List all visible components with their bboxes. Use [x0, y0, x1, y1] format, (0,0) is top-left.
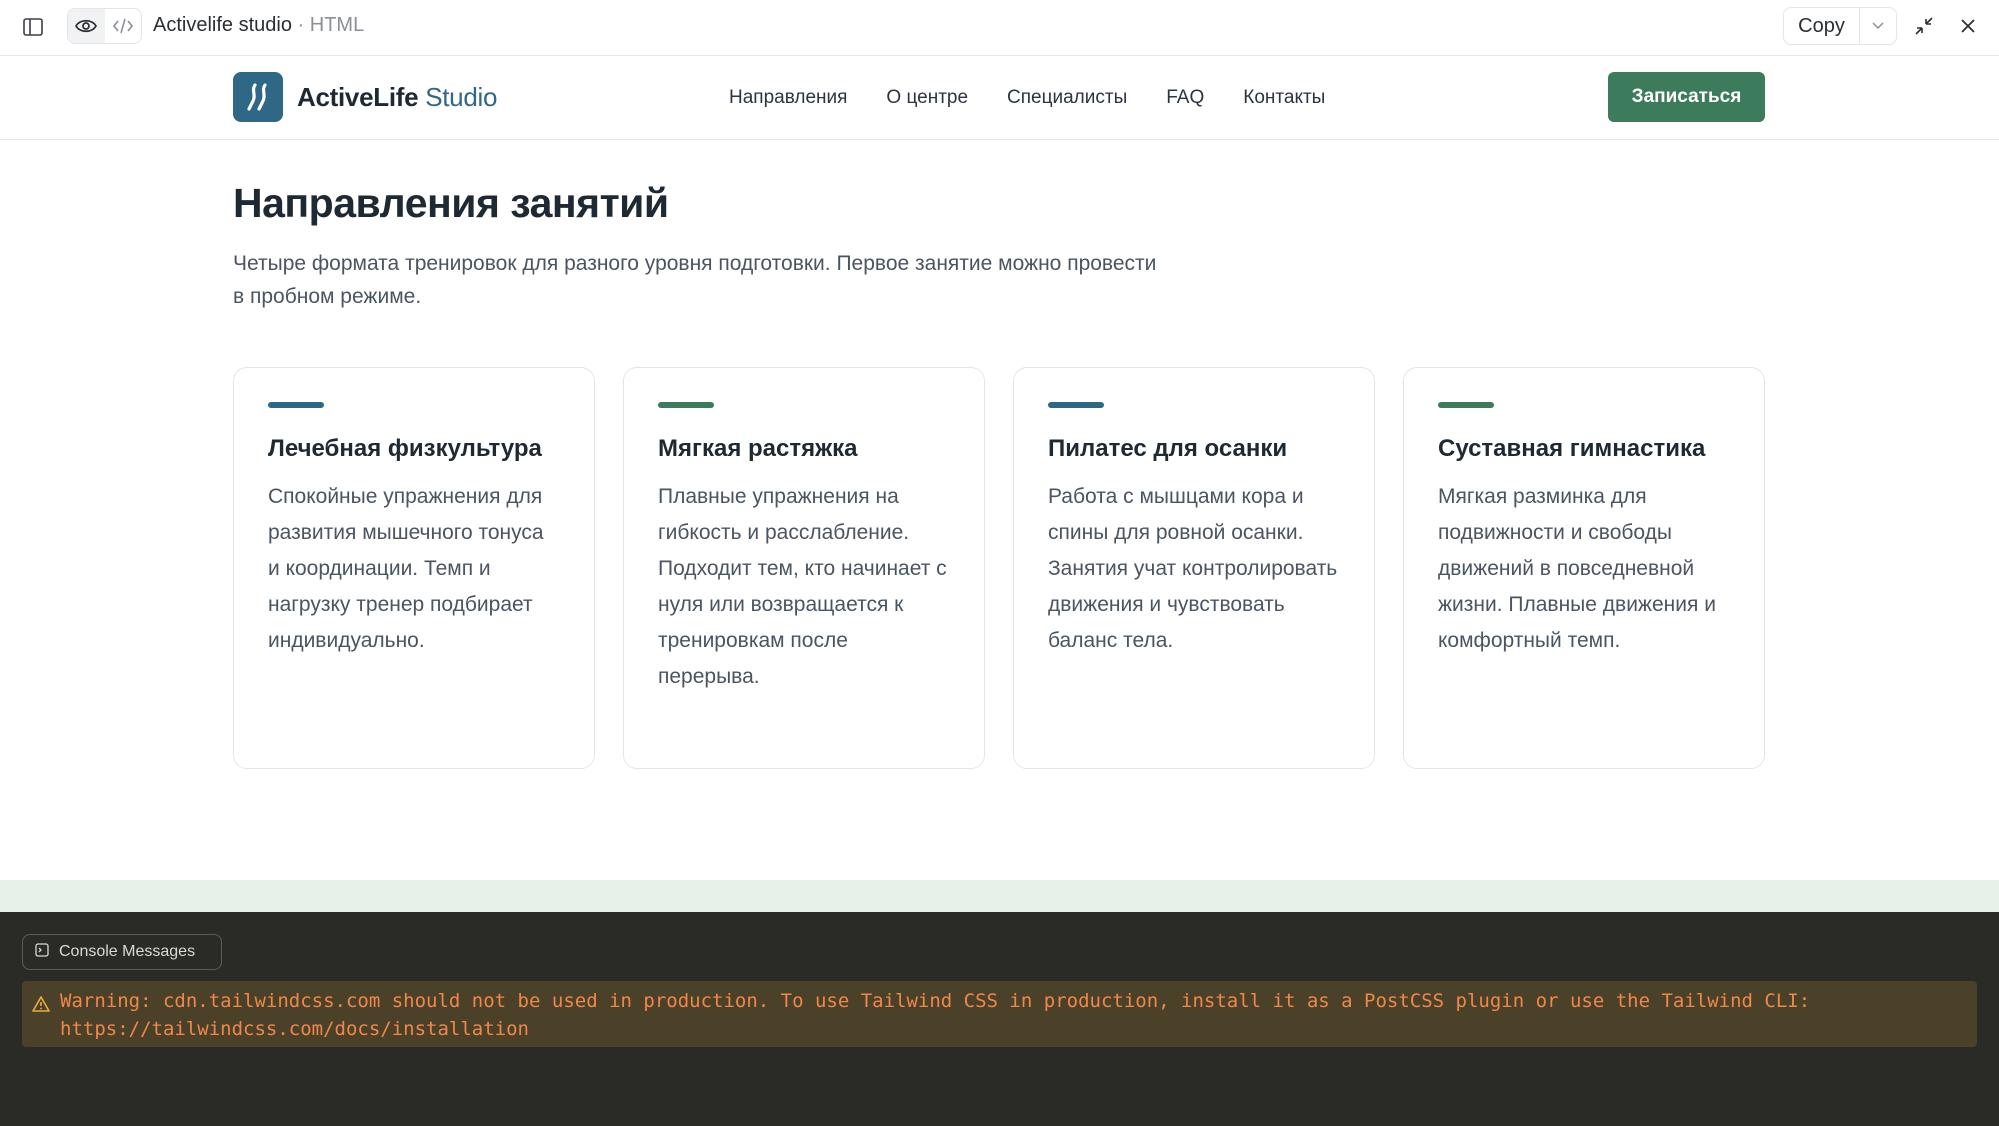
chevron-down-icon[interactable]	[1860, 22, 1896, 30]
warning-line-1: Warning: cdn.tailwindcss.com should not …	[60, 990, 1811, 1012]
card-pilates-posture: Пилатес для осанки Работа с мышцами кора…	[1013, 367, 1375, 769]
logo-sub: Studio	[425, 82, 498, 112]
card-accent-bar	[658, 402, 714, 408]
close-icon[interactable]	[1956, 14, 1980, 38]
artifact-title-suffix: · HTML	[297, 14, 365, 36]
artifact-toolbar: Activelife studio · HTML Copy	[0, 0, 1999, 56]
card-text: Мягкая разминка для подвижности и свобод…	[1438, 485, 1716, 652]
main-nav: Направления О центре Специалисты FAQ Кон…	[729, 87, 1364, 109]
warning-icon	[32, 992, 50, 1020]
view-toggle	[67, 8, 142, 44]
nav-item-faq[interactable]: FAQ	[1166, 87, 1204, 109]
code-icon[interactable]	[105, 9, 142, 43]
logo-text[interactable]: ActiveLife Studio	[297, 82, 497, 113]
page-lead: Четыре формата тренировок для разного ур…	[233, 252, 1157, 308]
nav-item-about[interactable]: О центре	[886, 87, 968, 109]
card-text: Плавные упражнения на гибкость и расслаб…	[658, 485, 947, 688]
warning-link[interactable]: https://tailwindcss.com/docs/installatio…	[60, 1015, 1965, 1043]
copy-button[interactable]: Copy	[1784, 8, 1860, 44]
console-panel: Console Messages Warning: cdn.tailwindcs…	[0, 912, 1999, 1126]
logo-icon[interactable]	[233, 72, 283, 122]
artifact-title: Activelife studio · HTML	[153, 14, 364, 37]
eye-icon[interactable]	[68, 9, 105, 43]
directions-cards: Лечебная физкультура Спокойные упражнени…	[233, 367, 1765, 769]
terminal-icon	[35, 942, 49, 962]
collapse-icon[interactable]	[1912, 14, 1936, 38]
card-title: Лечебная физкультура	[268, 435, 542, 462]
signup-button[interactable]: Записаться	[1608, 72, 1765, 122]
artifact-title-text: Activelife studio	[153, 14, 292, 36]
card-title: Суставная гимнастика	[1438, 435, 1706, 462]
card-text: Работа с мышцами кора и спины для ровной…	[1048, 485, 1338, 652]
card-title: Мягкая растяжка	[658, 435, 858, 462]
console-messages-button[interactable]: Console Messages	[22, 934, 222, 970]
sidebar-icon[interactable]	[22, 16, 44, 38]
card-soft-stretching: Мягкая растяжка Плавные упражнения на ги…	[623, 367, 985, 769]
card-accent-bar	[1048, 402, 1104, 408]
card-accent-bar	[268, 402, 324, 408]
card-title: Пилатес для осанки	[1048, 435, 1288, 462]
footer-band	[0, 880, 1999, 912]
site-header: ActiveLife Studio Направления О центре С…	[0, 56, 1999, 140]
card-joint-gymnastics: Суставная гимнастика Мягкая разминка для…	[1403, 367, 1765, 769]
logo-main: ActiveLife	[297, 82, 419, 112]
nav-item-directions[interactable]: Направления	[729, 87, 847, 109]
nav-item-specialists[interactable]: Специалисты	[1007, 87, 1127, 109]
console-warning: Warning: cdn.tailwindcss.com should not …	[22, 981, 1977, 1047]
card-text: Спокойные упражнения для развития мышечн…	[268, 485, 544, 652]
copy-button-group: Copy	[1783, 7, 1897, 45]
page-title: Направления занятий	[233, 180, 669, 226]
nav-item-contacts[interactable]: Контакты	[1243, 87, 1325, 109]
card-accent-bar	[1438, 402, 1494, 408]
card-therapeutic-exercise: Лечебная физкультура Спокойные упражнени…	[233, 367, 595, 769]
console-messages-label: Console Messages	[59, 943, 196, 960]
